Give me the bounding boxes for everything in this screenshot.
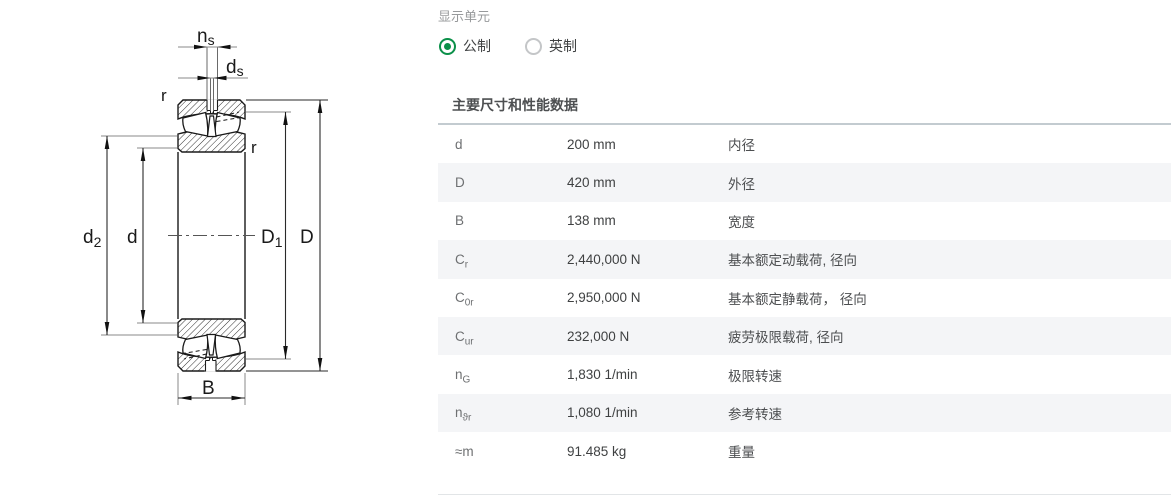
bottom-divider [438,494,1171,495]
spec-table: d 200 mm 内径 D 420 mm 外径 B 138 mm 宽度 Cr 2,440,000 N… [438,123,1171,471]
label-D: D [300,227,314,248]
spec-row: ≈m 91.485 kg 重量 [438,432,1171,470]
spec-value: 232,000 N [567,328,630,344]
radio-option-metric[interactable]: 公制 [439,36,491,56]
spec-row: B 138 mm 宽度 [438,202,1171,240]
spec-symbol: ≈m [455,443,474,459]
spec-symbol: D [455,175,465,191]
radio-imperial-label: 英制 [549,38,577,54]
spec-value: 138 mm [567,213,616,229]
section-title: 主要尺寸和性能数据 [452,97,578,113]
bearing-cross-section-drawing: ns ds r r d2 d D1 D B [83,26,328,405]
spec-value: 1,830 1/min [567,367,638,383]
spec-description: 宽度 [728,214,755,230]
spec-row: Cur 232,000 N 疲劳极限载荷, 径向 [438,316,1171,356]
spec-symbol: d [455,136,463,152]
label-D1: D1 [261,227,283,250]
spec-symbol: B [455,213,465,229]
spec-symbol: nG [455,367,471,386]
spec-value: 420 mm [567,175,616,191]
radio-imperial-icon[interactable] [525,37,542,55]
unit-selector: 公制 英制 [439,36,577,56]
product-data-panel: 显示单元 公制 英制 主要尺寸和性能数据 d 200 mm 内径 D 420 mm 外径 B… [438,0,1171,497]
spec-description: 参考转速 [728,406,782,422]
spec-row: D 420 mm 外径 [438,163,1171,202]
spec-value: 2,950,000 N [567,290,641,306]
spec-row: C0r 2,950,000 N 基本额定静载荷， 径向 [438,279,1171,317]
bearing-product-page: ns ds r r d2 d D1 D B 显示单元 公制 英制 主要尺寸和性能… [0,0,1171,497]
spec-value: 200 mm [567,136,616,152]
label-r-right: r [251,138,257,157]
spec-symbol: nϑr [455,405,472,425]
spec-description: 内径 [728,138,755,154]
spec-symbol: Cur [455,328,474,348]
label-d: d [127,227,138,248]
spec-row: Cr 2,440,000 N 基本额定动载荷, 径向 [438,240,1171,279]
spec-description: 基本额定静载荷， 径向 [728,291,867,307]
spec-value: 91.485 kg [567,443,627,459]
radio-option-imperial[interactable]: 英制 [525,36,577,56]
label-d2: d2 [83,227,102,250]
spec-row: d 200 mm 内径 [438,125,1171,163]
spec-value: 1,080 1/min [567,405,638,421]
label-r-top: r [161,86,167,105]
spec-symbol: Cr [455,251,469,271]
radio-metric-label: 公制 [463,38,491,54]
spec-row: nϑr 1,080 1/min 参考转速 [438,393,1171,433]
spec-row: nG 1,830 1/min 极限转速 [438,355,1171,393]
spec-description: 重量 [728,445,755,461]
label-ds: ds [226,57,244,79]
spec-symbol: C0r [455,290,474,309]
label-B: B [202,378,215,399]
spec-description: 极限转速 [728,368,782,384]
label-ns: ns [197,26,215,48]
spec-description: 外径 [728,176,755,192]
radio-metric-icon[interactable] [439,37,456,55]
unit-selector-label: 显示单元 [438,9,491,24]
spec-description: 基本额定动载荷, 径向 [728,253,858,269]
spec-description: 疲劳极限载荷, 径向 [728,330,844,346]
spec-value: 2,440,000 N [567,251,641,267]
